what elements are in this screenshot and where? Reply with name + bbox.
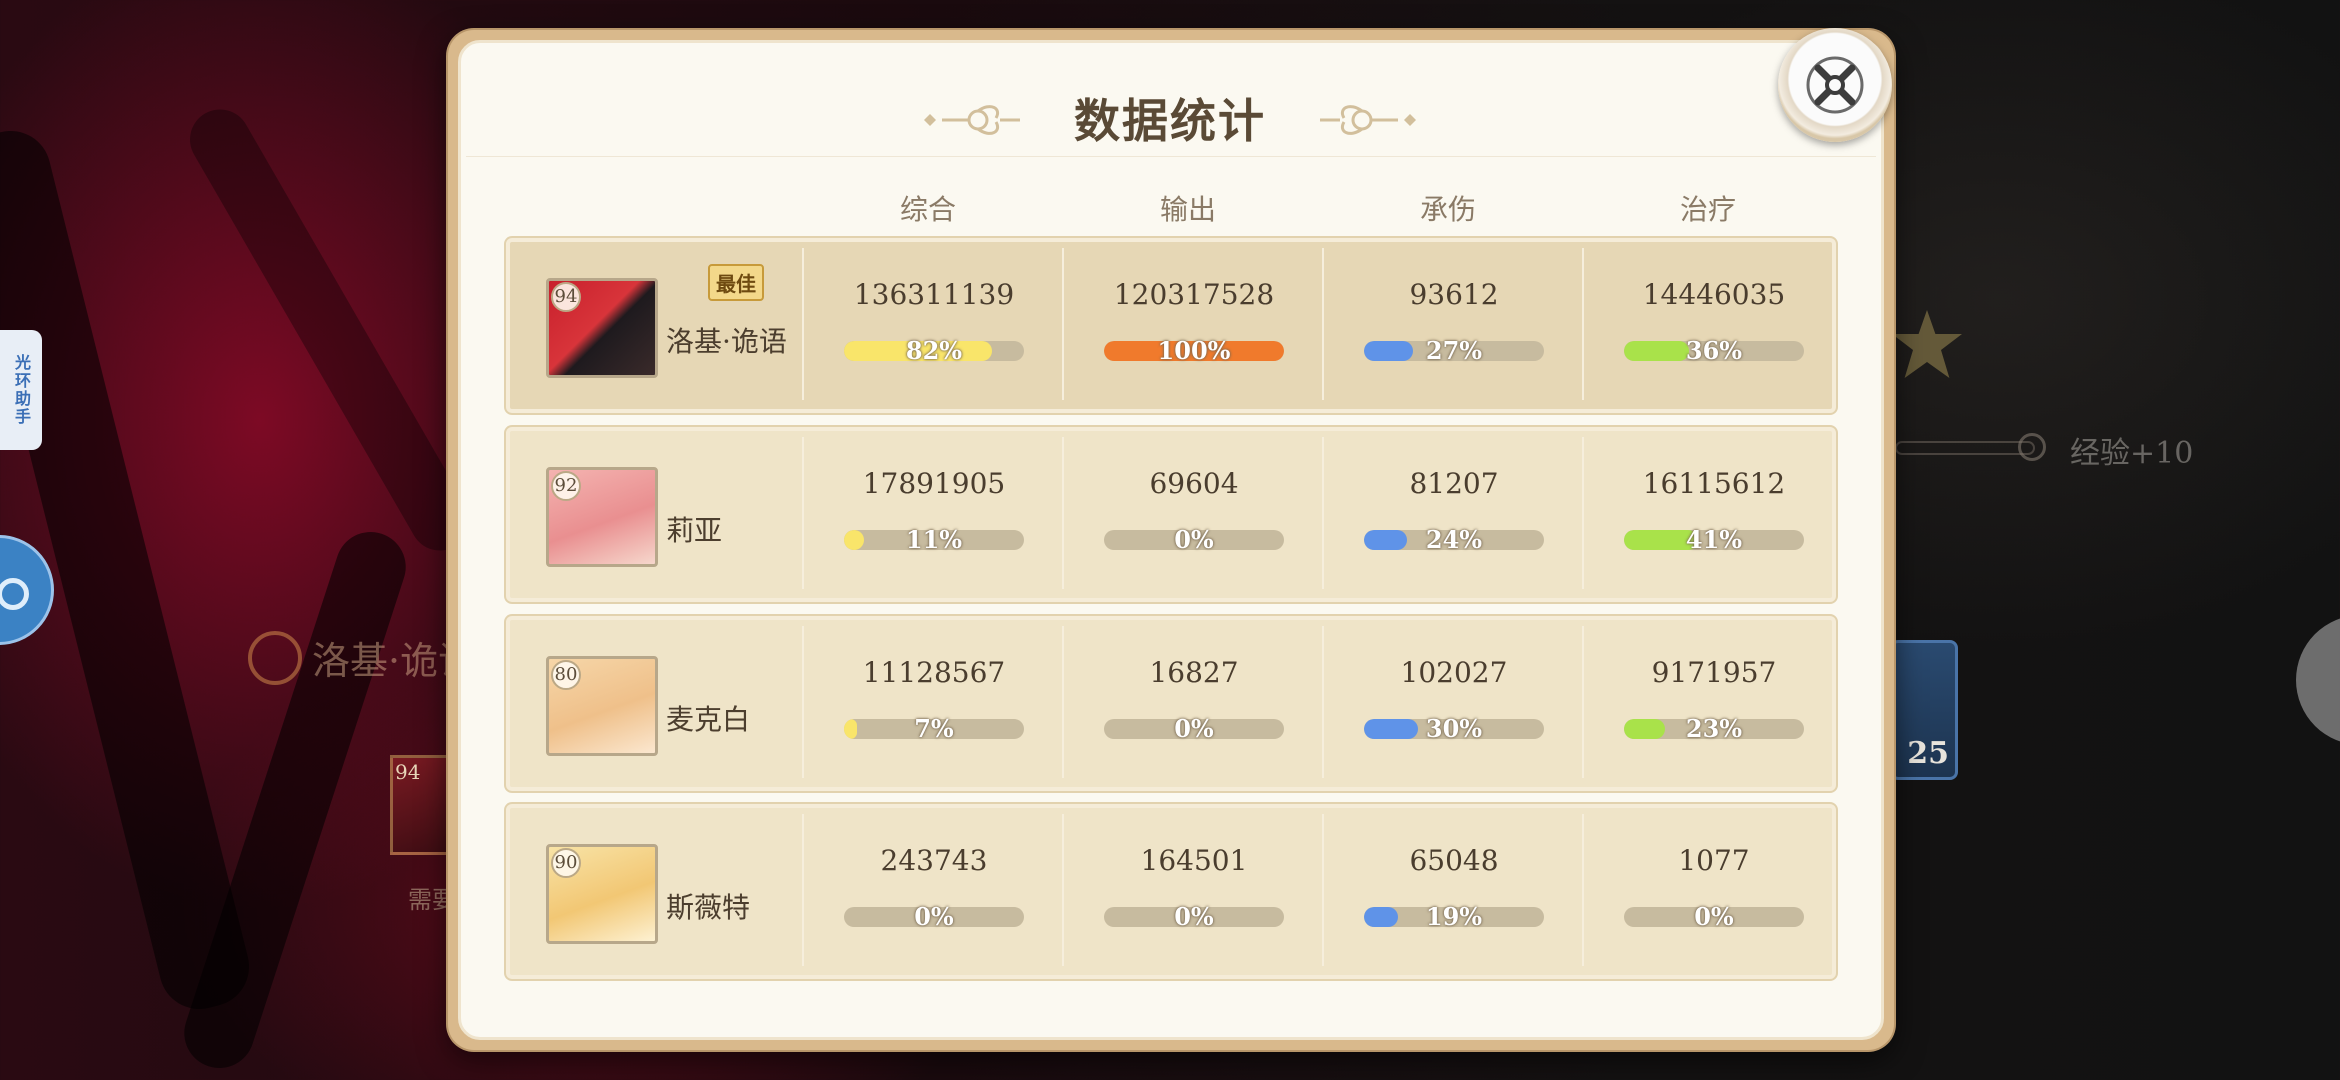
column-header-damage: 输出: [1159, 193, 1216, 226]
character-cell: 90 斯薇特: [510, 808, 804, 975]
best-badge: 最佳: [708, 264, 764, 301]
stat-percent: 0%: [1174, 902, 1214, 931]
stat-percent: 0%: [1174, 714, 1214, 743]
character-cell: 94 洛基·诡语 最佳: [510, 242, 804, 409]
character-name: 洛基·诡语: [666, 325, 787, 358]
stat-percent: 0%: [1694, 902, 1734, 931]
level-badge: 94: [551, 282, 581, 312]
character-cell: 92 莉亚: [510, 431, 804, 598]
stat-value: 9171957: [1651, 656, 1777, 689]
level-badge: 92: [551, 471, 581, 501]
stat-percent: 0%: [1174, 525, 1214, 554]
modal-header-divider: [466, 156, 1876, 157]
column-header-overall: 综合: [899, 193, 956, 226]
stat-percent: 82%: [905, 336, 963, 365]
column-header-healing: 治疗: [1679, 193, 1736, 226]
stat-value: 93612: [1409, 278, 1499, 311]
stat-value: 102027: [1400, 656, 1508, 689]
column-header-tanked: 承伤: [1419, 193, 1476, 226]
bg-side-button[interactable]: [2296, 615, 2340, 745]
stats-row: 90 斯薇特 243743 0% 164501 0% 65048 19% 107…: [506, 804, 1836, 979]
bg-shadow-streak: [179, 98, 481, 562]
stat-percent: 41%: [1685, 525, 1743, 554]
stat-value: 17891905: [862, 467, 1006, 500]
close-x-icon: [1806, 56, 1864, 114]
stat-value: 16115612: [1642, 467, 1786, 500]
stat-value: 81207: [1409, 467, 1499, 500]
modal-title: 数据统计: [1074, 94, 1266, 148]
bg-exp-label: 经验+10: [2070, 436, 2194, 471]
stat-value: 65048: [1409, 844, 1499, 877]
stat-value: 16827: [1149, 656, 1239, 689]
stats-row: 80 麦克白 11128567 7% 16827 0% 102027 30% 9…: [506, 616, 1836, 791]
stat-value: 243743: [880, 844, 988, 877]
stat-percent: 36%: [1685, 336, 1743, 365]
stat-percent: 100%: [1157, 336, 1231, 365]
character-cell: 80 麦克白: [510, 620, 804, 787]
level-badge: 90: [551, 848, 581, 878]
stat-cell: 14446035 36%: [1584, 242, 1844, 409]
stat-value: 69604: [1149, 467, 1239, 500]
character-name: 斯薇特: [666, 891, 751, 924]
stat-percent: 19%: [1425, 902, 1483, 931]
stat-percent: 23%: [1685, 714, 1743, 743]
stat-percent: 11%: [905, 525, 963, 554]
element-sigil-icon: [248, 630, 302, 685]
character-avatar[interactable]: 92: [546, 467, 658, 567]
stat-cell: 9171957 23%: [1584, 620, 1844, 787]
stats-row: 94 洛基·诡语 最佳 136311139 82% 120317528 100%…: [506, 238, 1836, 413]
level-badge: 80: [551, 660, 581, 690]
stat-value: 164501: [1140, 844, 1248, 877]
stat-cell: 1077 0%: [1584, 808, 1844, 975]
stat-percent: 27%: [1425, 336, 1483, 365]
character-name: 莉亚: [666, 514, 723, 547]
close-button[interactable]: [1778, 28, 1892, 142]
stat-cell: 65048 19%: [1324, 808, 1584, 975]
stat-value: 1077: [1678, 844, 1750, 877]
stat-value: 136311139: [853, 278, 1015, 311]
stat-value: 14446035: [1642, 278, 1786, 311]
bg-exp-track: [1895, 441, 2035, 455]
stat-percent: 30%: [1425, 714, 1483, 743]
stat-percent: 0%: [914, 902, 954, 931]
bg-star-icon: [1892, 310, 1962, 378]
flourish-ornament-icon: [1320, 105, 1416, 135]
stat-cell: 93612 27%: [1324, 242, 1584, 409]
helper-side-tab[interactable]: 光环助手: [0, 330, 42, 450]
stat-cell: 69604 0%: [1064, 431, 1324, 598]
bg-character-name: 洛基·诡语: [248, 630, 476, 685]
character-name: 麦克白: [666, 703, 751, 736]
stat-cell: 136311139 82%: [804, 242, 1064, 409]
character-avatar[interactable]: 94: [546, 278, 658, 378]
stat-cell: 243743 0%: [804, 808, 1064, 975]
stat-cell: 81207 24%: [1324, 431, 1584, 598]
stat-cell: 120317528 100%: [1064, 242, 1324, 409]
bg-exp-knob: [2018, 433, 2046, 461]
stat-cell: 102027 30%: [1324, 620, 1584, 787]
character-avatar[interactable]: 90: [546, 844, 658, 944]
stats-row: 92 莉亚 17891905 11% 69604 0% 81207 24% 16…: [506, 427, 1836, 602]
stat-cell: 16115612 41%: [1584, 431, 1844, 598]
stat-cell: 164501 0%: [1064, 808, 1324, 975]
stat-cell: 17891905 11%: [804, 431, 1064, 598]
bg-shadow-streak: [175, 522, 415, 1078]
stat-percent: 7%: [914, 714, 954, 743]
floating-assistant-icon[interactable]: [0, 535, 54, 645]
stat-percent: 24%: [1425, 525, 1483, 554]
bg-reward-item: 25: [1890, 640, 1958, 780]
stat-cell: 16827 0%: [1064, 620, 1324, 787]
stat-cell: 11128567 7%: [804, 620, 1064, 787]
stat-value: 11128567: [862, 656, 1006, 689]
stat-value: 120317528: [1113, 278, 1275, 311]
character-avatar[interactable]: 80: [546, 656, 658, 756]
